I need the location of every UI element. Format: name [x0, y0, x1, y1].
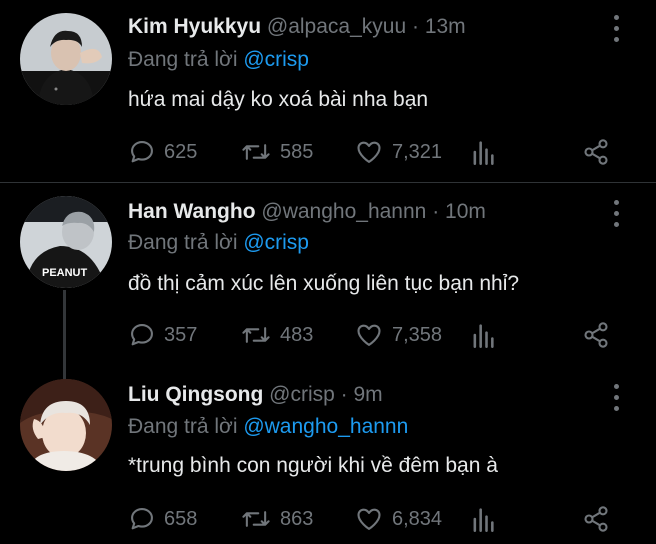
share-button[interactable] [582, 503, 610, 535]
timestamp[interactable]: 10m [445, 200, 486, 223]
like-button[interactable]: 6,834 [354, 503, 442, 535]
more-vertical-icon[interactable] [606, 12, 626, 46]
timestamp[interactable]: 9m [354, 383, 383, 406]
retweet-icon [242, 327, 270, 343]
replying-to: Đang trả lời @wangho_hannn [128, 415, 408, 439]
analytics-icon [473, 141, 494, 165]
retweet-count: 483 [280, 323, 314, 346]
reply-count: 357 [164, 323, 198, 346]
timestamp[interactable]: 13m [425, 15, 466, 38]
tweet-header: Han Wangho @wangho_hannn · 10m [128, 200, 486, 224]
username[interactable]: @wangho_hannn [261, 200, 426, 223]
tweet-text: đồ thị cảm xúc lên xuống liên tục bạn nh… [128, 272, 520, 295]
reply-count: 625 [164, 140, 198, 163]
reply-icon [131, 508, 153, 530]
username[interactable]: @crisp [269, 383, 335, 406]
like-button[interactable]: 7,321 [354, 136, 442, 168]
analytics-button[interactable] [470, 503, 496, 535]
tweet-3[interactable]: Liu Qingsong @crisp · 9m Đang trả lời @w… [0, 364, 656, 544]
retweet-icon [242, 144, 270, 160]
display-name[interactable]: Kim Hyukkyu [128, 15, 261, 38]
like-count: 7,321 [392, 140, 443, 163]
mention-link[interactable]: @wangho_hannn [243, 415, 408, 438]
reply-button[interactable]: 625 [128, 136, 197, 168]
heart-icon [357, 508, 381, 530]
action-bar: 357 483 7,358 [128, 319, 628, 351]
display-name[interactable]: Liu Qingsong [128, 383, 263, 406]
mention-link[interactable]: @crisp [243, 48, 309, 71]
action-bar: 625 585 7,321 [128, 136, 628, 168]
replying-to: Đang trả lời @crisp [128, 48, 309, 72]
more-vertical-icon[interactable] [606, 381, 626, 415]
reply-icon [131, 324, 153, 346]
avatar[interactable]: PEANUT [20, 196, 112, 288]
reply-button[interactable]: 357 [128, 319, 197, 351]
separator-dot: · [340, 383, 348, 406]
reply-count: 658 [164, 507, 198, 530]
replying-prefix: Đang trả lời [128, 415, 244, 438]
share-icon [584, 506, 608, 532]
display-name[interactable]: Han Wangho [128, 200, 256, 223]
retweet-icon [242, 511, 270, 527]
retweet-button[interactable]: 483 [240, 319, 313, 351]
tweet-1[interactable]: Kim Hyukkyu @alpaca_kyuu · 13m Đang trả … [0, 0, 656, 182]
reply-icon [131, 141, 153, 163]
retweet-button[interactable]: 863 [240, 503, 313, 535]
analytics-button[interactable] [470, 319, 496, 351]
more-vertical-icon[interactable] [606, 197, 626, 231]
share-button[interactable] [582, 319, 610, 351]
avatar[interactable] [20, 13, 112, 105]
retweet-count: 585 [280, 140, 314, 163]
tweet-header: Kim Hyukkyu @alpaca_kyuu · 13m [128, 15, 466, 39]
username[interactable]: @alpaca_kyuu [267, 15, 406, 38]
heart-icon [357, 141, 381, 163]
share-icon [584, 139, 608, 165]
separator-dot: · [432, 200, 440, 223]
retweet-count: 863 [280, 507, 314, 530]
like-count: 6,834 [392, 507, 443, 530]
replying-prefix: Đang trả lời [128, 231, 244, 254]
heart-icon [357, 324, 381, 346]
retweet-button[interactable]: 585 [240, 136, 313, 168]
share-icon [584, 322, 608, 348]
avatar[interactable] [20, 379, 112, 471]
tweet-text: *trung bình con người khi về đêm bạn à [128, 454, 498, 477]
analytics-icon [473, 508, 494, 532]
like-count: 7,358 [392, 323, 443, 346]
tweet-2[interactable]: PEANUT Han Wangho @wangho_hannn · 10m Đa… [0, 183, 656, 363]
separator-dot: · [411, 15, 419, 38]
analytics-icon [473, 324, 494, 348]
like-button[interactable]: 7,358 [354, 319, 442, 351]
tweet-text: hứa mai dậy ko xoá bài nha bạn [128, 88, 429, 111]
reply-button[interactable]: 658 [128, 503, 197, 535]
replying-prefix: Đang trả lời [128, 48, 244, 71]
tweet-header: Liu Qingsong @crisp · 9m [128, 383, 383, 407]
analytics-button[interactable] [470, 136, 496, 168]
action-bar: 658 863 6,834 [128, 503, 628, 535]
share-button[interactable] [582, 136, 610, 168]
mention-link[interactable]: @crisp [243, 231, 309, 254]
replying-to: Đang trả lời @crisp [128, 231, 309, 255]
avatar-caption: PEANUT [42, 267, 88, 279]
